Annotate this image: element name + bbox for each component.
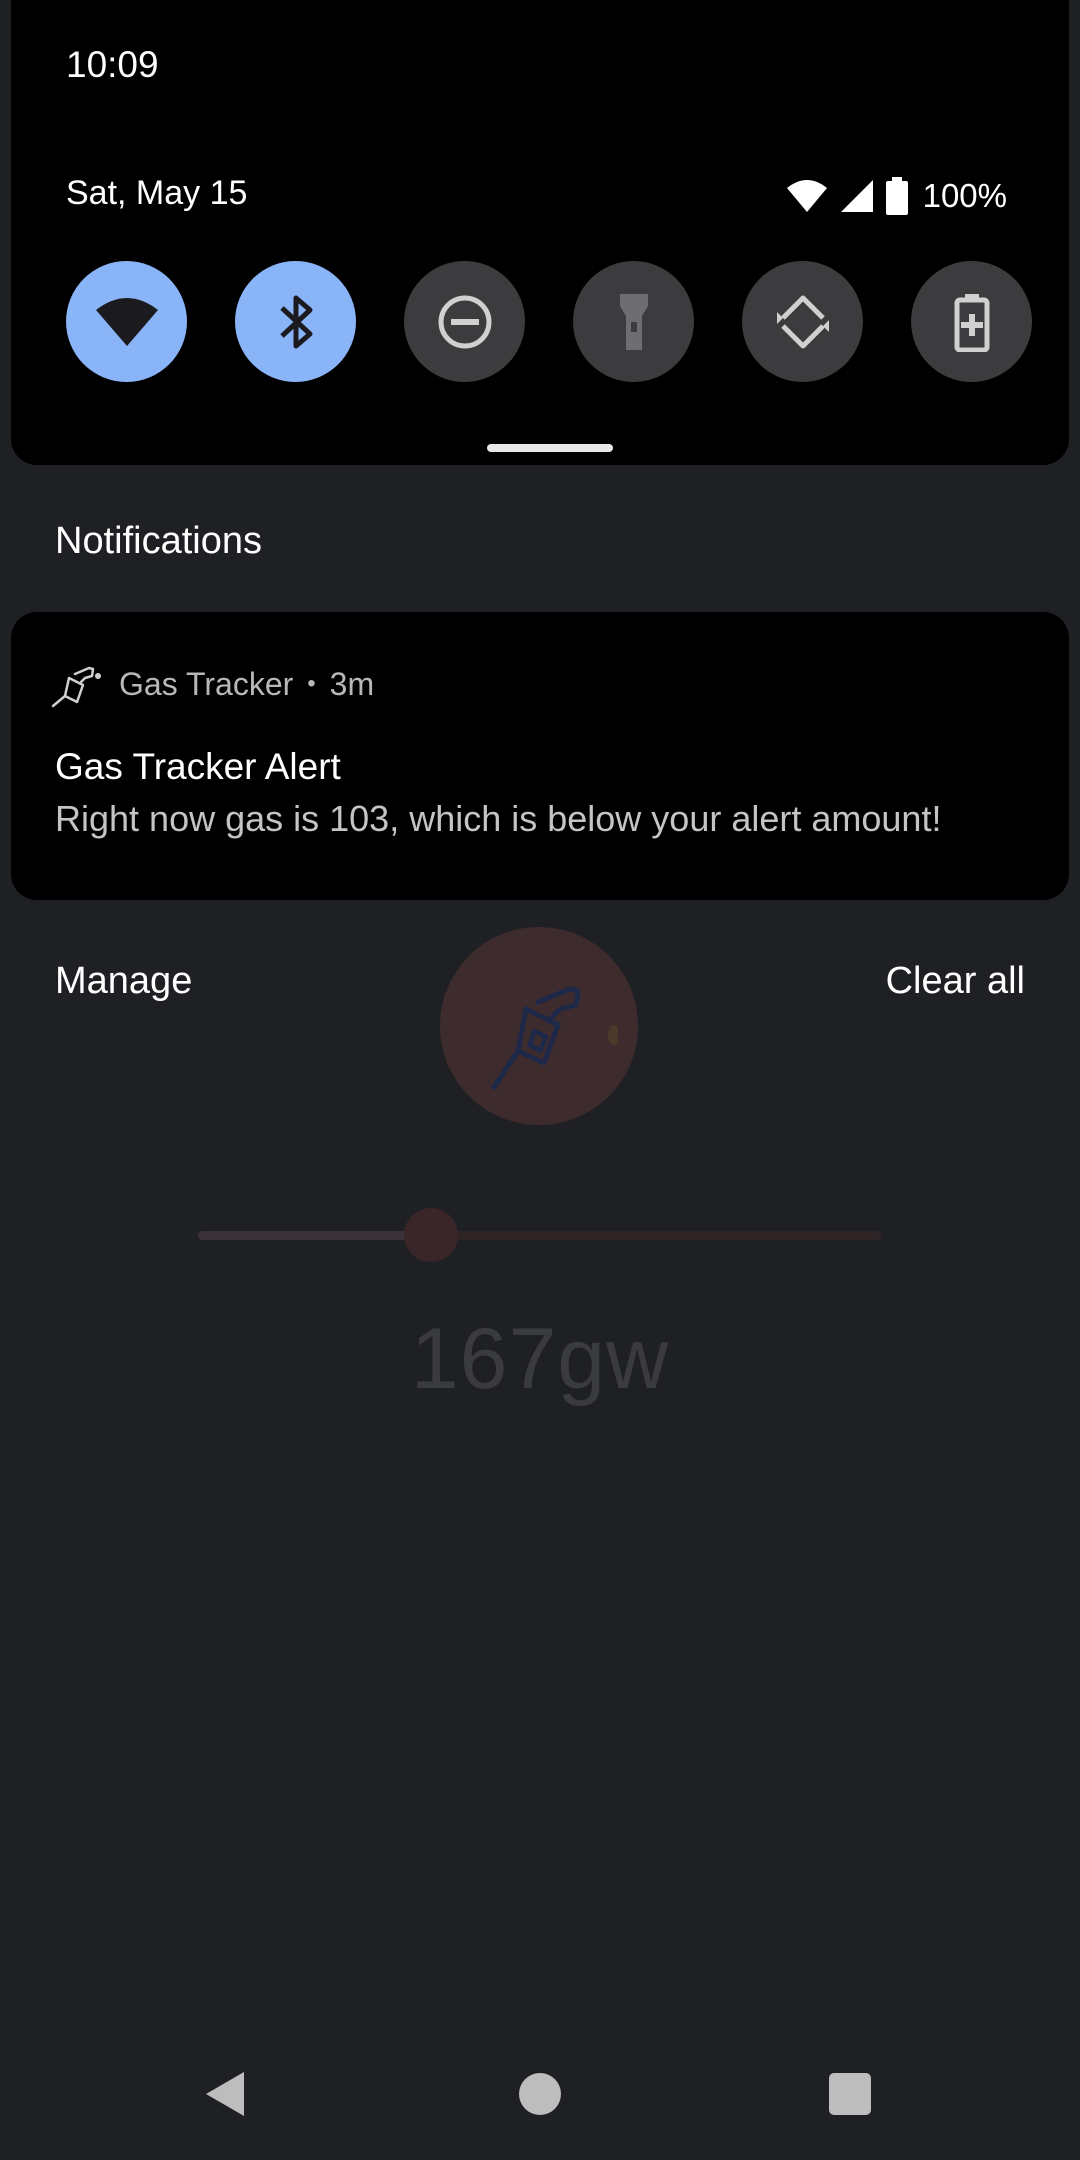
status-time: 10:09 <box>66 44 159 85</box>
battery-saver-icon <box>954 293 989 352</box>
battery-icon <box>885 177 908 215</box>
bluetooth-icon <box>279 295 312 348</box>
home-circle-icon[interactable] <box>519 2073 561 2115</box>
do-not-disturb-icon <box>438 295 491 348</box>
gas-pump-icon <box>491 986 618 1090</box>
tile-bluetooth[interactable] <box>235 261 356 382</box>
notification-title: Gas Tracker Alert <box>55 746 341 787</box>
background-slider-fill <box>198 1231 431 1240</box>
wifi-icon <box>95 297 158 346</box>
status-icons: 100% <box>785 172 1007 220</box>
quick-settings-panel: 10:09 Sat, May 15 100% <box>11 0 1069 465</box>
notification-app-name: Gas Tracker <box>119 665 294 702</box>
wifi-signal-icon <box>786 180 827 212</box>
tile-wifi[interactable] <box>66 261 187 382</box>
background-slider-track <box>198 1231 882 1240</box>
background-fab <box>440 927 638 1125</box>
background-value: 167gw <box>410 1311 670 1407</box>
cell-signal-icon <box>840 180 873 212</box>
notification-separator: • <box>307 670 316 697</box>
flashlight-icon <box>619 293 648 350</box>
notification-time: 3m <box>329 665 375 702</box>
screen: 167gw 10:09 Sat, May 15 100% Notificatio… <box>0 0 1080 2160</box>
gas-pump-icon <box>51 666 101 708</box>
clear-all-button[interactable]: Clear all <box>886 960 1025 1003</box>
back-triangle-icon[interactable] <box>204 2070 246 2118</box>
quick-settings-tiles <box>66 261 1032 382</box>
manage-button[interactable]: Manage <box>55 960 192 1003</box>
notification-text: Right now gas is 103, which is below you… <box>55 798 942 839</box>
notification-card[interactable]: Gas Tracker • 3m Gas Tracker Alert Right… <box>11 612 1069 900</box>
tile-auto-rotate[interactable] <box>742 261 863 382</box>
recents-square-icon[interactable] <box>829 2073 871 2115</box>
background-slider-thumb <box>403 1208 458 1262</box>
battery-percent: 100% <box>922 177 1007 214</box>
auto-rotate-icon <box>776 295 829 348</box>
quick-settings-date[interactable]: Sat, May 15 <box>66 174 247 213</box>
notification-app-row: Gas Tracker • 3m <box>49 660 374 708</box>
notifications-header: Notifications <box>55 520 262 562</box>
tile-do-not-disturb[interactable] <box>404 261 525 382</box>
tile-battery-saver[interactable] <box>911 261 1032 382</box>
tile-flashlight[interactable] <box>573 261 694 382</box>
shade-drag-handle[interactable] <box>487 444 613 452</box>
